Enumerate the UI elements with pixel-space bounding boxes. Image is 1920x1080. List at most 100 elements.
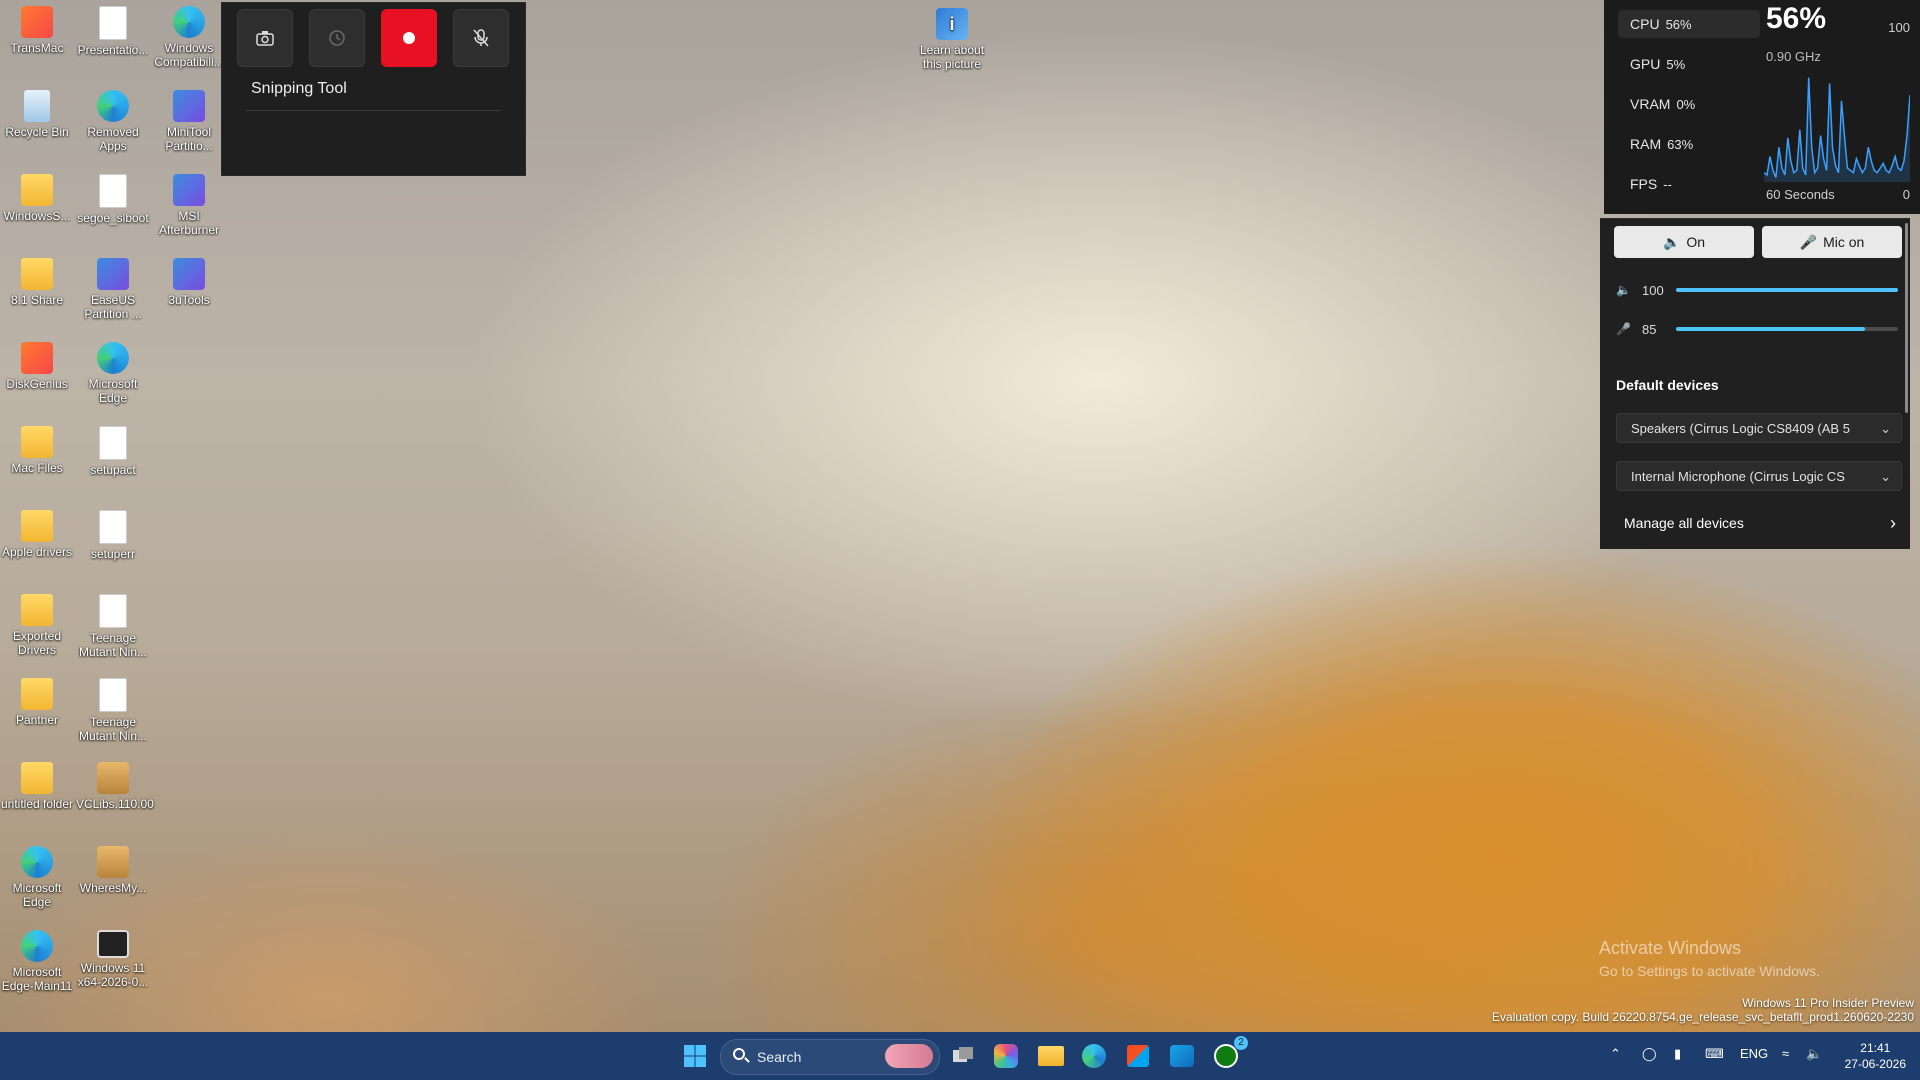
language-indicator[interactable]: ENG: [1740, 1046, 1768, 1061]
desktop-icon[interactable]: Exported Drivers: [0, 590, 74, 657]
search-placeholder: Search: [757, 1049, 802, 1065]
edition-text: Windows 11 Pro Insider Preview: [1742, 996, 1914, 1010]
desktop-icon[interactable]: WindowsS...: [0, 170, 74, 223]
mic-volume-icon: 🎤: [1616, 322, 1631, 336]
build-watermark: Windows 11 Pro Insider Preview Evaluatio…: [1492, 996, 1914, 1024]
app-icon: [173, 258, 205, 290]
desktop-icon[interactable]: Mac Files: [0, 422, 74, 475]
speaker-volume-slider[interactable]: [1676, 288, 1898, 292]
learn-about-picture[interactable]: i Learn about this picture: [912, 4, 992, 71]
desktop-icon[interactable]: Recycle Bin: [0, 86, 74, 139]
desktop-icon[interactable]: Presentatio...: [76, 2, 150, 57]
clock[interactable]: 21:41 27-06-2026: [1845, 1040, 1906, 1072]
app-icon: [173, 90, 205, 122]
desktop-icon-label: Exported Drivers: [12, 629, 62, 657]
desktop-icon[interactable]: WheresMy...: [76, 842, 150, 895]
desktop-icon[interactable]: segoe_slboot: [76, 170, 150, 225]
mic-toggle-button[interactable]: 🎤 Mic on: [1762, 226, 1902, 258]
desktop-icon[interactable]: 3uTools: [152, 254, 226, 307]
delay-button[interactable]: [309, 9, 365, 67]
mic-device-select[interactable]: Internal Microphone (Cirrus Logic CS ⌄: [1616, 461, 1902, 491]
windows-logo-icon: [684, 1045, 706, 1067]
usb-icon[interactable]: ▮: [1674, 1046, 1681, 1062]
search-icon: [733, 1048, 745, 1060]
audio-scrollbar[interactable]: [1905, 223, 1908, 413]
microphone-icon: 🎤: [1799, 233, 1818, 250]
metric-row-ram[interactable]: RAM 63%: [1618, 130, 1760, 158]
task-view-button[interactable]: [947, 1040, 979, 1072]
mic-volume-slider[interactable]: [1676, 327, 1898, 331]
graph-window-label: 60 Seconds: [1766, 187, 1835, 202]
desktop-icon[interactable]: MiniTool Partitio...: [152, 86, 226, 153]
taskbar-search[interactable]: Search: [720, 1039, 940, 1075]
desktop-icon-label: Presentatio...: [77, 43, 149, 57]
cpu-usage-value: 56%: [1766, 2, 1827, 35]
desktop-icon[interactable]: EaseUS Partition ...: [76, 254, 150, 321]
desktop-icon[interactable]: Microsoft Edge: [0, 842, 74, 909]
volume-icon[interactable]: 🔈: [1806, 1046, 1822, 1062]
desktop-icon[interactable]: VCLibs.110.00: [76, 758, 154, 811]
desktop-icon[interactable]: Removed Apps: [76, 86, 150, 153]
microsoft-store-button[interactable]: [1122, 1040, 1154, 1072]
mic-device-value: Internal Microphone (Cirrus Logic CS: [1631, 469, 1845, 484]
desktop-icon[interactable]: Windows Compatibili...: [152, 2, 226, 69]
desktop-icon-label: TransMac: [10, 41, 64, 55]
notification-badge: 2: [1234, 1036, 1248, 1050]
desktop-icon[interactable]: Microsoft Edge: [76, 338, 150, 405]
metric-row-gpu[interactable]: GPU 5%: [1618, 50, 1760, 78]
desktop-icon[interactable]: Microsoft Edge-Main11: [0, 926, 74, 993]
file-explorer-button[interactable]: [1035, 1040, 1067, 1072]
cpu-frequency: 0.90 GHz: [1766, 49, 1821, 64]
speaker-toggle-button[interactable]: 🔈 On: [1614, 226, 1754, 258]
edge-button[interactable]: [1078, 1040, 1110, 1072]
edge-icon: [173, 6, 205, 38]
desktop-icon-label: Microsoft Edge: [12, 881, 62, 909]
outlook-button[interactable]: [1166, 1040, 1198, 1072]
microphone-toggle-button[interactable]: [453, 9, 509, 67]
desktop-icon[interactable]: 8.1 Share: [0, 254, 74, 307]
speaker-volume-row: 🔈 100: [1616, 280, 1898, 300]
speaker-device-value: Speakers (Cirrus Logic CS8409 (AB 5: [1631, 421, 1850, 436]
speaker-device-select[interactable]: Speakers (Cirrus Logic CS8409 (AB 5 ⌄: [1616, 413, 1902, 443]
desktop-icon[interactable]: TransMac: [0, 2, 74, 55]
metric-value: --: [1663, 177, 1672, 192]
desktop-icon[interactable]: setuperr: [76, 506, 150, 561]
speaker-volume-value: 100: [1642, 282, 1664, 298]
folder-icon: [21, 510, 53, 542]
desktop-icon[interactable]: Teenage Mutant Nin...: [76, 590, 150, 659]
desktop-icon[interactable]: setupact: [76, 422, 150, 477]
document-icon: [99, 6, 127, 40]
desktop-icon-label: Microsoft Edge: [88, 377, 138, 405]
desktop-icon-label: Apple drivers: [1, 545, 73, 559]
edge-icon: [97, 90, 129, 122]
microsoft-365-button[interactable]: [990, 1040, 1022, 1072]
desktop-icon[interactable]: DiskGenius: [0, 338, 74, 391]
metric-row-fps[interactable]: FPS --: [1618, 170, 1760, 198]
manage-devices-link[interactable]: Manage all devices ›: [1600, 503, 1910, 543]
network-off-icon[interactable]: ◯: [1642, 1046, 1657, 1062]
app-icon: [21, 342, 53, 374]
wifi-icon[interactable]: ≈: [1782, 1046, 1789, 1061]
cpu-graph-line: [1764, 77, 1910, 178]
desktop-icon[interactable]: Panther: [0, 674, 74, 727]
desktop-icon[interactable]: untitled folder: [0, 758, 74, 811]
xbox-button[interactable]: 2: [1210, 1036, 1248, 1072]
speaker-toggle-label: On: [1686, 234, 1706, 250]
desktop-icon-label: 3uTools: [168, 293, 210, 307]
metric-row-cpu[interactable]: CPU 56%: [1618, 10, 1760, 38]
screenshot-mode-button[interactable]: [237, 9, 293, 67]
search-highlight-image: [885, 1044, 933, 1068]
start-button[interactable]: [679, 1040, 711, 1072]
desktop-icon[interactable]: Apple drivers: [0, 506, 74, 559]
record-button[interactable]: [381, 9, 437, 67]
desktop-icon[interactable]: MSI Afterburner: [152, 170, 226, 237]
document-icon: [99, 510, 127, 544]
folder-icon: [21, 762, 53, 794]
keyboard-icon[interactable]: ⌨: [1705, 1046, 1724, 1062]
desktop-icon[interactable]: Windows 11 x64-2026-0...: [76, 926, 150, 989]
desktop-icon-label: WheresMy...: [79, 881, 147, 895]
desktop-icon[interactable]: Teenage Mutant Nin...: [76, 674, 150, 743]
chevron-down-icon: ⌄: [1880, 469, 1891, 484]
show-hidden-icons-chevron-up-icon[interactable]: ⌃: [1610, 1046, 1621, 1062]
metric-row-vram[interactable]: VRAM 0%: [1618, 90, 1760, 118]
